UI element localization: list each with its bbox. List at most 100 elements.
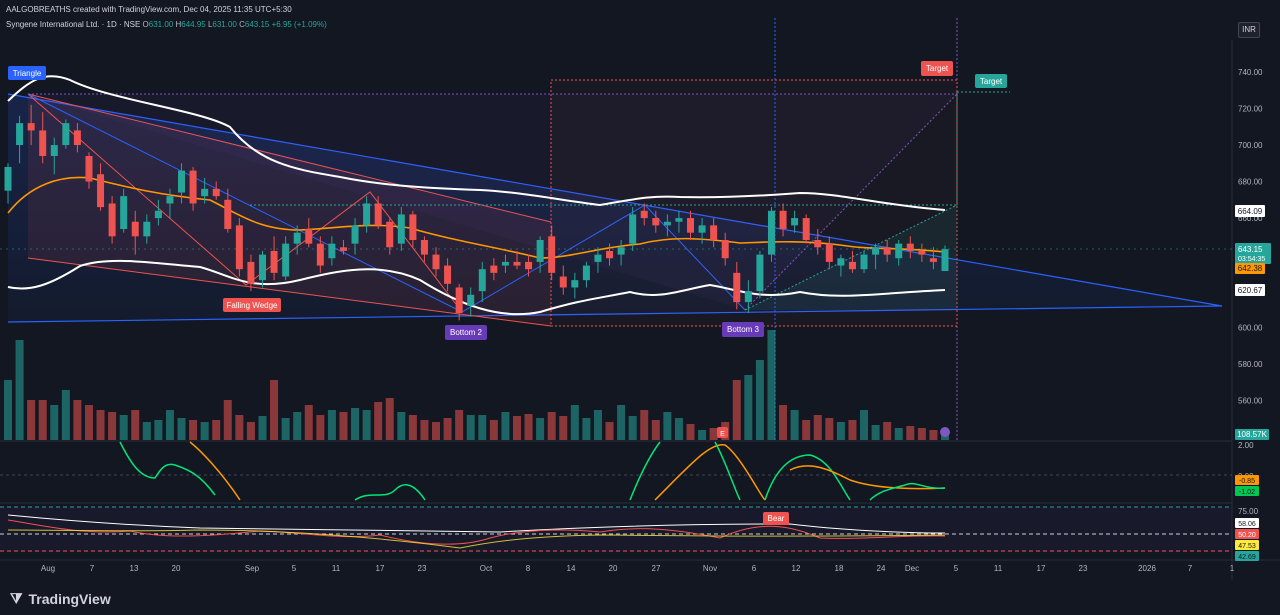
volume-bar — [547, 412, 556, 440]
osc1-signal-green — [119, 441, 216, 496]
time-tick: 24 — [877, 564, 886, 573]
volume-bar — [466, 415, 475, 440]
badge-upper-band: 664.09 — [1235, 205, 1265, 217]
candle-body — [629, 214, 637, 244]
badge-ma-text: 642.38 — [1238, 264, 1263, 273]
volume-bar — [15, 340, 24, 440]
time-tick: 14 — [567, 564, 576, 573]
volume-bar — [281, 418, 290, 440]
volume-bar — [709, 428, 718, 440]
time-tick: 17 — [1037, 564, 1046, 573]
symbol-legend[interactable]: Syngene International Ltd. · 1D · NSE O6… — [6, 20, 327, 29]
candle-body — [767, 210, 775, 255]
volume-bar — [582, 418, 591, 440]
volume-bar — [258, 416, 267, 440]
volume-bar — [744, 375, 753, 440]
label-bottom-2[interactable]: Bottom 2 — [445, 325, 487, 340]
label-target-green[interactable]: Target — [975, 74, 1007, 88]
osc1-badge-orange-text: -0.85 — [1239, 478, 1255, 485]
volume-bar — [593, 410, 602, 440]
candle-body — [108, 203, 116, 237]
earnings-marker-text: E — [720, 431, 725, 438]
candle-body — [825, 243, 833, 262]
candle-body — [698, 225, 706, 233]
time-tick: 27 — [652, 564, 661, 573]
candle-body — [467, 294, 475, 306]
label-bottom-3[interactable]: Bottom 3 — [722, 322, 764, 337]
candle-body — [675, 218, 683, 222]
label-triangle-text: Triangle — [13, 69, 42, 78]
volume-bar — [906, 426, 915, 440]
osc1-orange-2 — [654, 444, 766, 501]
candle-body — [131, 221, 139, 237]
time-axis[interactable]: Aug 7 13 20 Sep 5 11 17 23 Oct 8 14 20 27 Nov 6 12 18 24 De… — [41, 564, 1235, 573]
earnings-marker[interactable]: E — [717, 427, 728, 438]
candle-body — [258, 254, 266, 281]
candle-body — [62, 123, 70, 146]
volume-bar — [802, 420, 811, 440]
price-scale[interactable]: 740.00720.00700.00680.00660.00640.00620.… — [1238, 68, 1263, 406]
volume-bar — [61, 390, 70, 440]
candle-body — [860, 254, 868, 270]
candle-body — [386, 221, 394, 248]
volume-bar — [270, 380, 279, 440]
label-triangle[interactable]: Triangle — [8, 66, 46, 80]
event-icon[interactable] — [940, 427, 950, 437]
time-tick: 13 — [130, 564, 139, 573]
candle-body — [270, 250, 278, 273]
tradingview-logo[interactable]: ⧩ TradingView — [10, 590, 111, 607]
close-value: 643.15 — [244, 20, 270, 29]
label-falling-wedge[interactable]: Falling Wedge — [223, 298, 281, 312]
candle-body — [201, 188, 209, 197]
candle-body — [363, 203, 371, 226]
label-bear[interactable]: Bear — [763, 512, 789, 525]
osc2-badge-yellow-text: 47.53 — [1238, 543, 1256, 550]
currency-button[interactable]: INR — [1238, 22, 1260, 38]
candle-body — [525, 261, 533, 270]
candle-body — [351, 225, 359, 244]
volume-bar — [767, 330, 776, 440]
volume-bar — [836, 422, 845, 440]
badge-upper-band-text: 664.09 — [1238, 207, 1263, 216]
osc1-green-3 — [629, 441, 661, 501]
candle-body — [710, 225, 718, 240]
badge-countdown-text: 03:54:35 — [1238, 256, 1265, 263]
volume-bar — [698, 430, 707, 440]
tv-logo-icon: ⧩ — [10, 590, 23, 606]
candle-body — [791, 218, 799, 226]
volume-bar — [501, 412, 510, 440]
label-target-red[interactable]: Target — [921, 61, 953, 76]
badge-last-price: 643.15 03:54:35 — [1235, 243, 1271, 264]
candle-body — [929, 258, 937, 262]
volume-bar — [327, 410, 336, 440]
brand-name: TradingView — [28, 590, 111, 607]
osc2-badge-red: 50.20 — [1235, 529, 1259, 539]
volume-bar — [200, 422, 209, 440]
time-tick: Aug — [41, 564, 55, 573]
chart-canvas[interactable]: 740.00720.00700.00680.00660.00640.00620.… — [0, 0, 1280, 615]
volume-bar — [96, 410, 105, 440]
osc1-green-2 — [354, 484, 426, 501]
label-bear-text: Bear — [768, 514, 785, 523]
time-tick: 23 — [1079, 564, 1088, 573]
volume-bar — [894, 428, 903, 440]
candle-body — [420, 239, 428, 255]
volume-bar — [732, 380, 741, 440]
candle-body — [582, 265, 590, 281]
candle-body — [663, 221, 671, 226]
volume-bar — [848, 420, 857, 440]
volume-bar — [825, 418, 834, 440]
candle-body — [305, 229, 313, 244]
label-falling-wedge-text: Falling Wedge — [227, 301, 279, 310]
candle-body — [802, 218, 810, 240]
symbol-title: Syngene International Ltd. · 1D · NSE — [6, 20, 141, 29]
candle-body — [97, 174, 105, 208]
time-tick: 1 — [1230, 564, 1235, 573]
volume-bar — [119, 415, 128, 440]
price-tick: 580.00 — [1238, 360, 1263, 369]
candle-body — [640, 210, 648, 219]
volume-bar — [408, 415, 417, 440]
volume-bar — [871, 425, 880, 440]
badge-lower-band: 620.67 — [1235, 284, 1265, 296]
volume-bar — [177, 418, 186, 440]
